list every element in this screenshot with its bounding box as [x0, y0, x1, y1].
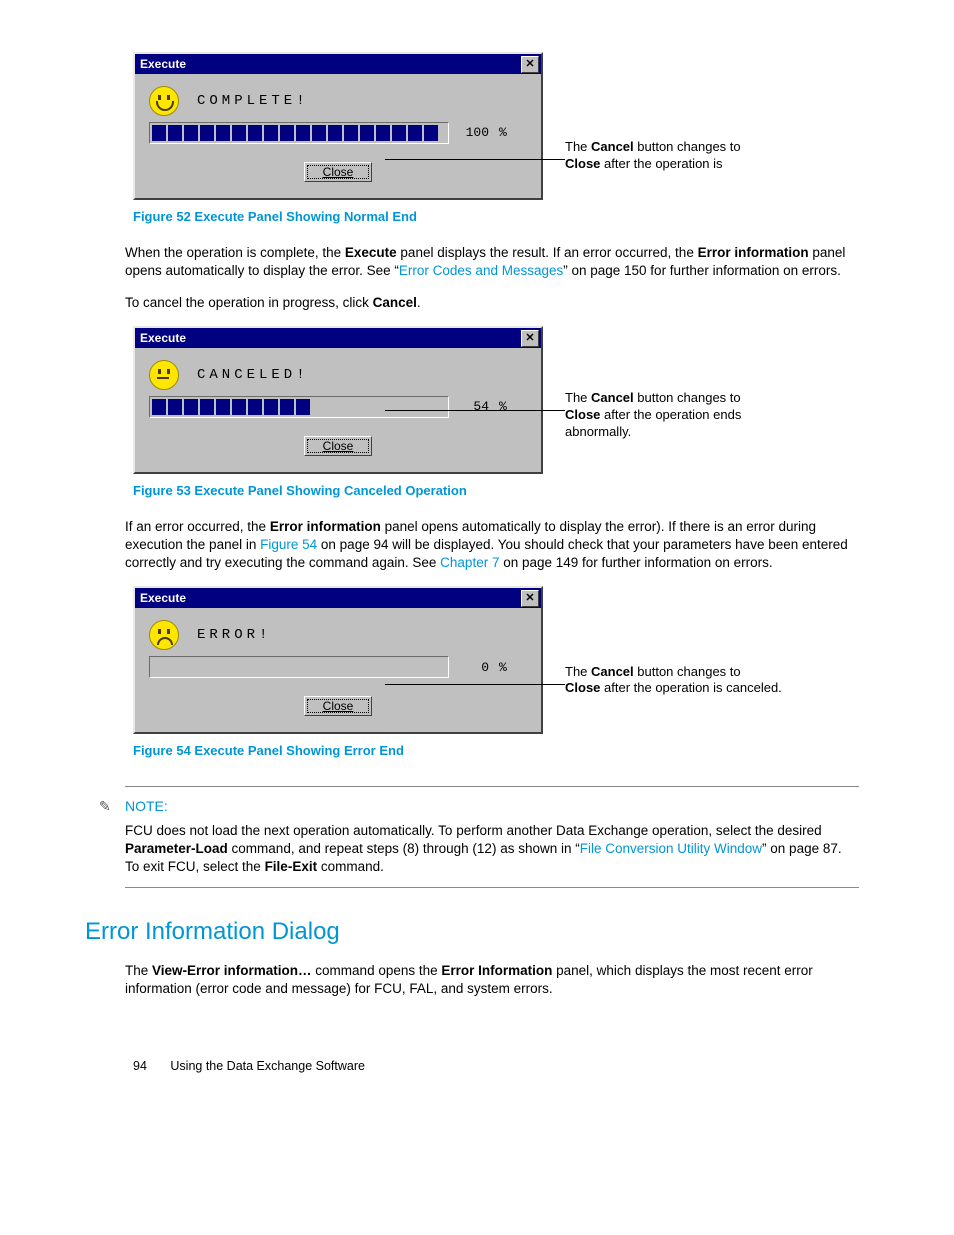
figure-52: Execute ✕ COMPLETE! 100 % Close The Canc…	[133, 52, 859, 200]
status-text: ERROR!	[197, 626, 271, 645]
figure-caption: Figure 54 Execute Panel Showing Error En…	[133, 742, 859, 760]
figure-54: Execute ✕ ERROR! 0 % Close The Cancel bu…	[133, 586, 859, 734]
progress-bar	[149, 656, 449, 678]
progress-percent: 54	[459, 398, 489, 416]
progress-percent: 100	[459, 124, 489, 142]
percent-sign: %	[499, 659, 507, 677]
annotation: The Cancel button changes to Close after…	[565, 139, 741, 173]
dialog-title: Execute	[140, 590, 186, 606]
page-footer: 94 Using the Data Exchange Software	[133, 1058, 859, 1075]
paragraph: The View-Error information… command open…	[125, 962, 859, 998]
figure-caption: Figure 52 Execute Panel Showing Normal E…	[133, 208, 859, 226]
percent-sign: %	[499, 398, 507, 416]
note-block: ✎ NOTE: FCU does not load the next opera…	[125, 786, 859, 888]
close-button[interactable]: Close	[304, 696, 373, 716]
dialog-title: Execute	[140, 56, 186, 72]
sad-face-icon	[149, 620, 179, 650]
paragraph: To cancel the operation in progress, cli…	[125, 294, 859, 312]
close-button[interactable]: Close	[304, 436, 373, 456]
annotation: The Cancel button changes to Close after…	[565, 390, 785, 441]
smiley-icon	[149, 86, 179, 116]
footer-title: Using the Data Exchange Software	[170, 1059, 365, 1073]
close-icon[interactable]: ✕	[521, 330, 539, 347]
status-text: CANCELED!	[197, 366, 309, 385]
link-figure-54[interactable]: Figure 54	[260, 537, 317, 552]
link-fcu-window[interactable]: File Conversion Utility Window	[580, 841, 762, 856]
execute-dialog-canceled: Execute ✕ CANCELED! 54 % Close	[133, 326, 543, 474]
execute-dialog-error: Execute ✕ ERROR! 0 % Close	[133, 586, 543, 734]
progress-percent: 0	[459, 659, 489, 677]
note-label: NOTE:	[125, 797, 859, 816]
link-error-codes[interactable]: Error Codes and Messages	[399, 263, 563, 278]
close-icon[interactable]: ✕	[521, 590, 539, 607]
figure-caption: Figure 53 Execute Panel Showing Canceled…	[133, 482, 859, 500]
note-icon: ✎	[99, 797, 111, 816]
close-button[interactable]: Close	[304, 162, 373, 182]
link-chapter-7[interactable]: Chapter 7	[440, 555, 499, 570]
paragraph: If an error occurred, the Error informat…	[125, 518, 859, 573]
dialog-title: Execute	[140, 330, 186, 346]
progress-bar	[149, 122, 449, 144]
figure-53: Execute ✕ CANCELED! 54 % Close The Cance…	[133, 326, 859, 474]
titlebar: Execute ✕	[135, 328, 541, 348]
titlebar: Execute ✕	[135, 54, 541, 74]
neutral-face-icon	[149, 360, 179, 390]
page-number: 94	[133, 1059, 147, 1073]
note-body: FCU does not load the next operation aut…	[125, 822, 859, 877]
progress-bar	[149, 396, 449, 418]
section-heading: Error Information Dialog	[85, 916, 859, 948]
titlebar: Execute ✕	[135, 588, 541, 608]
percent-sign: %	[499, 124, 507, 142]
execute-dialog-complete: Execute ✕ COMPLETE! 100 % Close	[133, 52, 543, 200]
annotation: The Cancel button changes to Close after…	[565, 664, 782, 698]
close-icon[interactable]: ✕	[521, 56, 539, 73]
paragraph: When the operation is complete, the Exec…	[125, 244, 859, 280]
status-text: COMPLETE!	[197, 92, 309, 111]
